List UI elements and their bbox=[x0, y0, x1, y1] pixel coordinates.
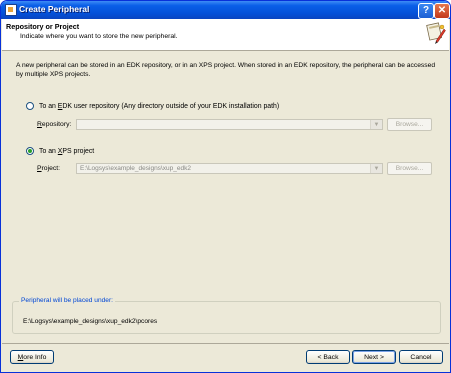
placement-group: Peripheral will be placed under: E:\Logs… bbox=[12, 297, 441, 334]
button-separator bbox=[2, 343, 449, 344]
project-combobox[interactable]: E:\Logsys\example_designs\xup_edk2 ▼ bbox=[76, 163, 383, 174]
page-subtitle: Indicate where you want to store the new… bbox=[20, 33, 178, 40]
main-content: A new peripheral can be stored in an EDK… bbox=[2, 51, 449, 351]
cancel-button[interactable]: Cancel bbox=[399, 350, 443, 364]
radio-edk-repository-label: To an EDK user repository (Any directory… bbox=[39, 102, 280, 110]
close-button[interactable]: ✕ bbox=[434, 3, 450, 19]
repository-browse-button[interactable]: Browse... bbox=[387, 118, 432, 131]
help-button[interactable]: ? bbox=[418, 3, 434, 19]
radio-xps-project[interactable]: To an XPS project bbox=[26, 147, 94, 155]
radio-xps-project-label: To an XPS project bbox=[39, 147, 95, 155]
wizard-header: Repository or Project Indicate where you… bbox=[2, 19, 449, 51]
wizard-icon bbox=[426, 22, 446, 44]
chevron-down-icon[interactable]: ▼ bbox=[370, 164, 382, 173]
placement-path: E:\Logsys\example_designs\xup_edk2\pcore… bbox=[23, 318, 158, 325]
radio-xps-project-circle[interactable] bbox=[26, 147, 34, 155]
app-icon bbox=[5, 4, 17, 16]
project-value: E:\Logsys\example_designs\xup_edk2 bbox=[80, 165, 191, 172]
back-button[interactable]: < Back bbox=[306, 350, 350, 364]
page-title: Repository or Project bbox=[6, 22, 80, 31]
create-peripheral-dialog: Create Peripheral ? ✕ Repository or Proj… bbox=[0, 0, 451, 373]
placement-legend: Peripheral will be placed under: bbox=[19, 297, 116, 304]
next-button[interactable]: Next > bbox=[352, 350, 396, 364]
project-browse-button[interactable]: Browse... bbox=[387, 162, 432, 175]
chevron-down-icon[interactable]: ▼ bbox=[370, 120, 382, 129]
more-info-button[interactable]: More Info bbox=[10, 350, 54, 364]
repository-combobox[interactable]: ▼ bbox=[76, 119, 383, 130]
radio-edk-repository-circle[interactable] bbox=[26, 102, 34, 110]
description-text: A new peripheral can be stored in an EDK… bbox=[16, 62, 436, 78]
radio-edk-repository[interactable]: To an EDK user repository (Any directory… bbox=[26, 102, 279, 110]
window-title: Create Peripheral bbox=[19, 4, 90, 14]
repository-label: Repository: bbox=[37, 121, 72, 128]
title-bar[interactable]: Create Peripheral ? ✕ bbox=[1, 1, 450, 19]
project-label: Project: bbox=[37, 165, 61, 172]
